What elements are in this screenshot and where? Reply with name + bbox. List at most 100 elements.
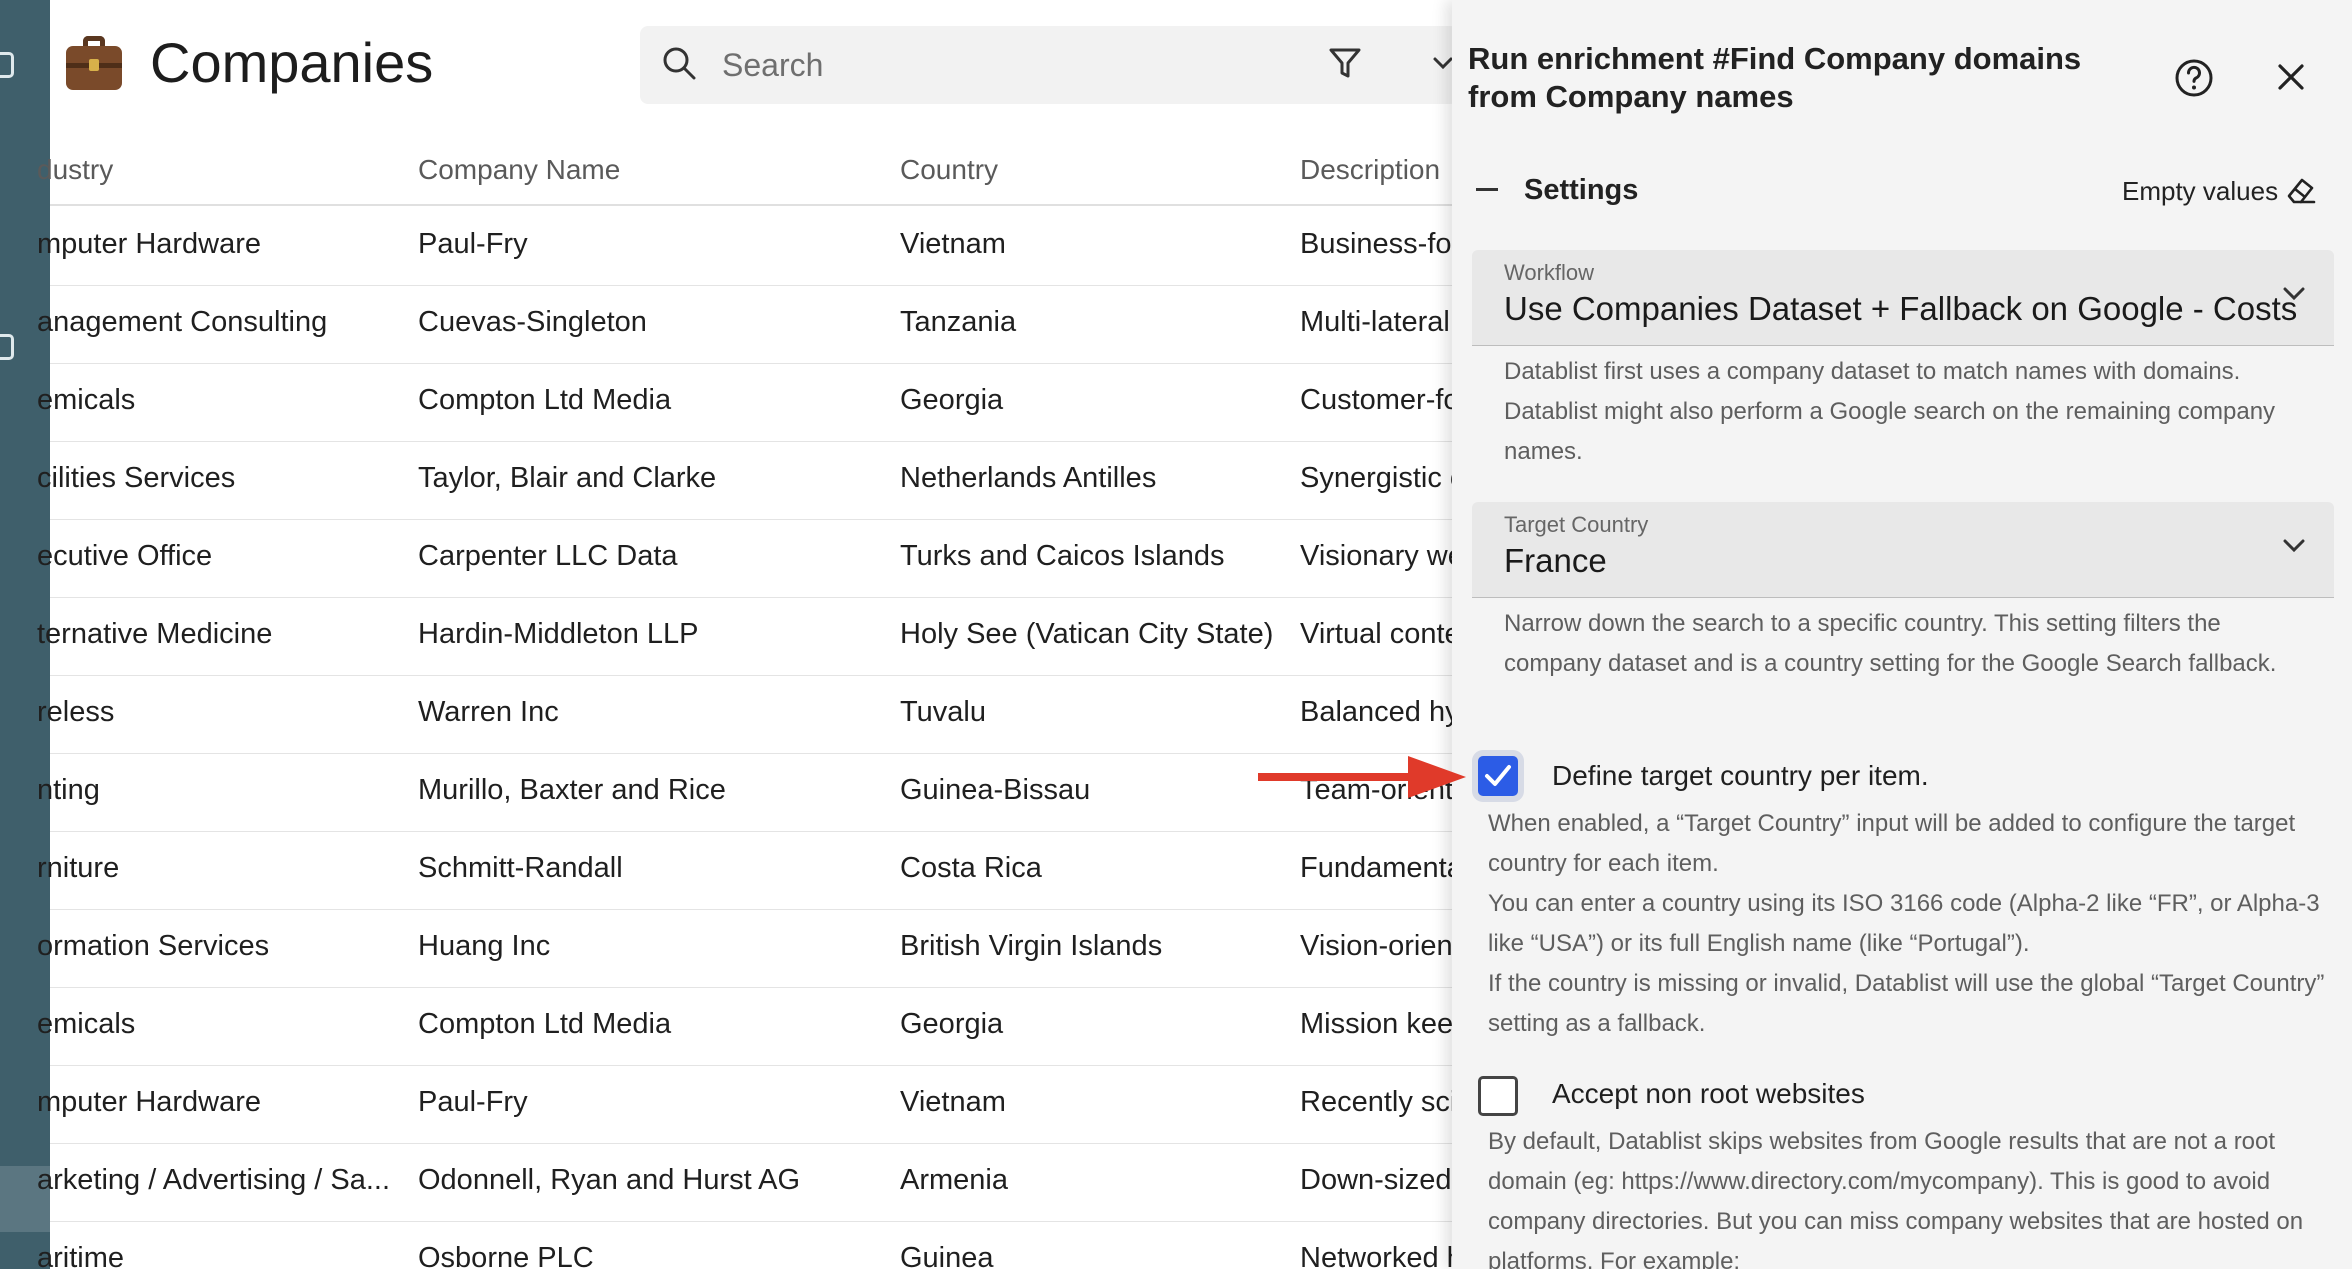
- cell-company-name[interactable]: Odonnell, Ryan and Hurst AG: [418, 1164, 878, 1197]
- accept-non-root-label[interactable]: Accept non root websites: [1552, 1078, 1865, 1110]
- cell-industry[interactable]: mputer Hardware: [37, 228, 397, 261]
- cell-country[interactable]: Holy See (Vatican City State): [900, 618, 1280, 651]
- target-country-help-text: Narrow down the search to a specific cou…: [1504, 610, 2277, 677]
- cell-company-name[interactable]: Compton Ltd Media: [418, 384, 878, 417]
- cell-industry[interactable]: emicals: [37, 1008, 397, 1041]
- collapse-icon[interactable]: [1476, 188, 1498, 191]
- define-per-item-label[interactable]: Define target country per item.: [1552, 760, 1929, 792]
- cell-company-name[interactable]: Compton Ltd Media: [418, 1008, 878, 1041]
- workflow-select[interactable]: Workflow Use Companies Dataset + Fallbac…: [1472, 250, 2334, 346]
- table-row[interactable]: emicals Compton Ltd Media Georgia Mission k…: [37, 988, 1469, 1066]
- cell-country[interactable]: Costa Rica: [900, 852, 1280, 885]
- cell-industry[interactable]: emicals: [37, 384, 397, 417]
- cell-company-name[interactable]: Paul-Fry: [418, 1086, 878, 1119]
- cell-industry[interactable]: nting: [37, 774, 397, 807]
- cell-company-name[interactable]: Taylor, Blair and Clarke: [418, 462, 878, 495]
- cell-company-name[interactable]: Paul-Fry: [418, 228, 878, 261]
- cell-company-name[interactable]: Schmitt-Randall: [418, 852, 878, 885]
- cell-industry[interactable]: aritime: [37, 1242, 397, 1269]
- chevron-down-icon[interactable]: [1432, 56, 1454, 70]
- accept-non-root-checkbox[interactable]: [1478, 1076, 1518, 1116]
- column-header-country[interactable]: Country: [900, 154, 1280, 186]
- column-header-company-name[interactable]: Company Name: [418, 154, 878, 186]
- empty-values-button[interactable]: Empty values: [2122, 176, 2278, 207]
- cell-country[interactable]: Georgia: [900, 1008, 1280, 1041]
- sidebar-nav-icon[interactable]: [0, 52, 14, 78]
- close-icon[interactable]: [2276, 62, 2306, 92]
- table-row[interactable]: nting Murillo, Baxter and Rice Guinea-Biss…: [37, 754, 1469, 832]
- cell-country[interactable]: Vietnam: [900, 228, 1280, 261]
- cell-country[interactable]: Guinea: [900, 1242, 1280, 1269]
- eraser-icon[interactable]: [2284, 174, 2316, 206]
- workflow-help-text: Datablist first uses a company dataset t…: [1504, 358, 2276, 465]
- cell-country[interactable]: British Virgin Islands: [900, 930, 1280, 963]
- filter-icon[interactable]: [1328, 46, 1362, 80]
- cell-company-name[interactable]: Murillo, Baxter and Rice: [418, 774, 878, 807]
- cell-company-name[interactable]: Warren Inc: [418, 696, 878, 729]
- cell-industry[interactable]: ormation Services: [37, 930, 397, 963]
- table-row[interactable]: cilities Services Taylor, Blair and Clark…: [37, 442, 1464, 520]
- cell-company-name[interactable]: Huang Inc: [418, 930, 878, 963]
- cell-industry[interactable]: ternative Medicine: [37, 618, 397, 651]
- accept-non-root-help-text: By default, Datablist skips websites fro…: [1488, 1128, 2304, 1269]
- define-per-item-help-line: If the country is missing or invalid, Da…: [1488, 970, 2325, 1037]
- cell-country[interactable]: Tuvalu: [900, 696, 1280, 729]
- target-country-value: France: [1504, 542, 1607, 579]
- table-body: mputer Hardware Paul-Fry Vietnam Business-f…: [37, 208, 1472, 1269]
- define-per-item-help-line: You can enter a country using its ISO 31…: [1488, 890, 2320, 957]
- table-row[interactable]: anagement Consulting Cuevas-Singleton Tanz…: [37, 286, 1452, 364]
- search-input[interactable]: [722, 26, 1292, 104]
- workflow-label: Workflow: [1504, 260, 1595, 285]
- cell-company-name[interactable]: Hardin-Middleton LLP: [418, 618, 878, 651]
- briefcase-icon: [66, 36, 122, 90]
- cell-country[interactable]: Vietnam: [900, 1086, 1280, 1119]
- table-row[interactable]: emicals Compton Ltd Media Georgia Customer-…: [37, 364, 1460, 442]
- check-icon: [1485, 765, 1511, 786]
- table-row[interactable]: aritime Osborne PLC Guinea Networked h: [37, 1222, 1463, 1269]
- cell-country[interactable]: Guinea-Bissau: [900, 774, 1280, 807]
- target-country-select[interactable]: Target Country France: [1472, 502, 2334, 598]
- table-row[interactable]: mputer Hardware Paul-Fry Vietnam Recently s…: [37, 1066, 1472, 1144]
- chevron-down-icon[interactable]: [2282, 538, 2306, 554]
- cell-industry[interactable]: rniture: [37, 852, 397, 885]
- table-header: dustry Company Name Country Description: [37, 140, 1452, 206]
- table-row[interactable]: ternative Medicine Hardin-Middleton LLP Ho…: [37, 598, 1461, 676]
- cell-industry[interactable]: mputer Hardware: [37, 1086, 397, 1119]
- cell-country[interactable]: Netherlands Antilles: [900, 462, 1280, 495]
- define-per-item-checkbox[interactable]: [1478, 756, 1518, 796]
- settings-label: Settings: [1524, 174, 1639, 206]
- table-row[interactable]: mputer Hardware Paul-Fry Vietnam Business-f…: [37, 208, 1466, 286]
- cell-country[interactable]: Armenia: [900, 1164, 1280, 1197]
- workflow-value: Use Companies Dataset + Fallback on Goog…: [1504, 290, 2298, 327]
- settings-section-header[interactable]: Settings Empty values: [1452, 164, 2352, 214]
- chevron-down-icon[interactable]: [2282, 286, 2306, 302]
- sidebar-import-icon[interactable]: [0, 334, 14, 360]
- table-row[interactable]: ecutive Office Carpenter LLC Data Turks an…: [37, 520, 1464, 598]
- define-per-item-help-line: When enabled, a “Target Country” input w…: [1488, 810, 2296, 877]
- page-title: Companies: [150, 31, 434, 94]
- cell-company-name[interactable]: Cuevas-Singleton: [418, 306, 878, 339]
- cell-company-name[interactable]: Osborne PLC: [418, 1242, 878, 1269]
- cell-country[interactable]: Georgia: [900, 384, 1280, 417]
- enrichment-panel: Run enrichment #Find Company domains fro…: [1452, 0, 2352, 1269]
- search-bar[interactable]: [640, 26, 1318, 104]
- arrow-annotation: [1258, 756, 1466, 798]
- cell-industry[interactable]: arketing / Advertising / Sa...: [37, 1164, 397, 1197]
- help-icon[interactable]: [2174, 58, 2214, 98]
- table-row[interactable]: arketing / Advertising / Sa... Odonnell, …: [37, 1144, 1452, 1222]
- search-icon: [663, 47, 696, 80]
- table-row[interactable]: reless Warren Inc Tuvalu Balanced hy: [37, 676, 1460, 754]
- panel-title: Run enrichment #Find Company domains fro…: [1468, 41, 2082, 114]
- cell-country[interactable]: Tanzania: [900, 306, 1280, 339]
- filter-button[interactable]: [1278, 26, 1458, 104]
- cell-industry[interactable]: cilities Services: [37, 462, 397, 495]
- cell-industry[interactable]: reless: [37, 696, 397, 729]
- table-row[interactable]: rniture Schmitt-Randall Costa Rica Fundamen…: [37, 832, 1463, 910]
- column-header-industry[interactable]: dustry: [37, 154, 397, 186]
- cell-industry[interactable]: anagement Consulting: [37, 306, 397, 339]
- table-row[interactable]: ormation Services Huang Inc British Virgin…: [37, 910, 1461, 988]
- cell-industry[interactable]: ecutive Office: [37, 540, 397, 573]
- cell-company-name[interactable]: Carpenter LLC Data: [418, 540, 878, 573]
- cell-country[interactable]: Turks and Caicos Islands: [900, 540, 1280, 573]
- target-country-label: Target Country: [1504, 512, 1649, 537]
